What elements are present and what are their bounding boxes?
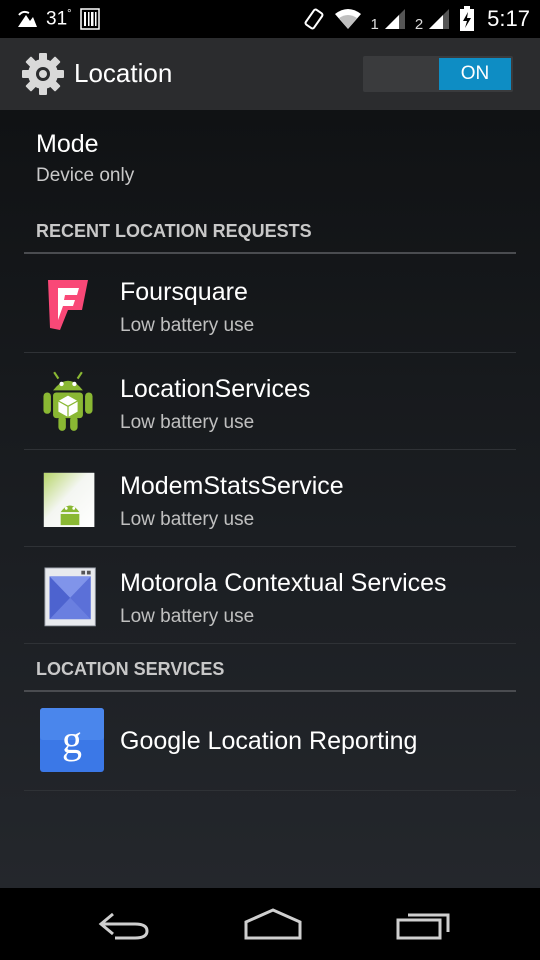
sim2-label: 2 [414, 15, 424, 33]
list-item-subtitle: Low battery use [120, 412, 255, 433]
svg-text:g: g [62, 717, 82, 762]
list-item-subtitle: Low battery use [120, 315, 255, 336]
wifi-icon [335, 9, 362, 29]
list-item-text: ModemStatsService Low battery use [120, 472, 344, 531]
signal-sim1-icon [384, 9, 405, 29]
list-item-text: Google Location Reporting [120, 727, 417, 756]
list-item-title: Google Location Reporting [120, 727, 418, 755]
list-item-subtitle: Low battery use [120, 606, 255, 627]
android-app-icon [43, 472, 95, 527]
foursquare-icon [48, 280, 88, 330]
list-item-title: Motorola Contextual Services [120, 569, 447, 597]
signal-sim2-icon [429, 9, 450, 29]
section-header-recent-label: RECENT LOCATION REQUESTS [36, 221, 312, 241]
recents-icon[interactable] [390, 906, 460, 942]
sim1-label: 1 [370, 15, 379, 33]
barcode-icon [79, 8, 100, 30]
page-title: Location [74, 58, 173, 88]
motorola-contextual-icon [44, 567, 96, 627]
google-settings-icon: g [40, 708, 104, 772]
list-item-text: Foursquare Low battery use [120, 278, 254, 337]
weather-icon [18, 10, 37, 27]
back-icon[interactable] [90, 906, 160, 942]
toggle-thumb: ON [439, 58, 511, 90]
list-item-locationservices[interactable]: LocationServices Low battery use [24, 353, 516, 450]
section-header-location-services-label: LOCATION SERVICES [36, 659, 225, 679]
location-toggle[interactable]: ON [363, 56, 513, 92]
status-left: 31° [16, 6, 100, 32]
list-item-text: Motorola Contextual Services Low battery… [120, 569, 447, 628]
temperature: 31° [46, 8, 72, 30]
temperature-value: 31 [46, 8, 68, 30]
content-area: Mode Device only RECENT LOCATION REQUEST… [0, 110, 540, 888]
list-item-foursquare[interactable]: Foursquare Low battery use [24, 256, 516, 353]
section-header-location-services: LOCATION SERVICES [24, 650, 516, 692]
mode-setting[interactable]: Mode Device only [36, 130, 134, 187]
navigation-bar [0, 888, 540, 960]
vibrate-icon [305, 8, 324, 30]
list-item-modemstatsservice[interactable]: ModemStatsService Low battery use [24, 450, 516, 547]
action-bar: Location ON [0, 38, 540, 110]
list-item-subtitle: Low battery use [120, 509, 255, 530]
list-item-title: Foursquare [120, 278, 248, 306]
list-item-text: LocationServices Low battery use [120, 375, 310, 434]
settings-gear-icon[interactable] [20, 51, 66, 97]
android-robot-icon [43, 371, 93, 431]
status-bar: 31° 1 2 5:17 [0, 0, 540, 38]
mode-value: Device only [36, 165, 135, 186]
list-item-title: LocationServices [120, 375, 311, 403]
degree-symbol: ° [67, 7, 72, 20]
battery-charging-icon [460, 6, 475, 31]
status-right: 1 2 5:17 [302, 4, 530, 34]
clock: 5:17 [487, 6, 530, 31]
list-item-motorola-contextual[interactable]: Motorola Contextual Services Low battery… [24, 547, 516, 644]
section-header-recent: RECENT LOCATION REQUESTS [24, 212, 516, 254]
list-item-google-location-reporting[interactable]: g Google Location Reporting [24, 694, 516, 791]
toggle-label: ON [460, 63, 490, 84]
mode-title: Mode [36, 130, 99, 158]
home-icon[interactable] [238, 906, 308, 942]
list-item-title: ModemStatsService [120, 472, 344, 500]
